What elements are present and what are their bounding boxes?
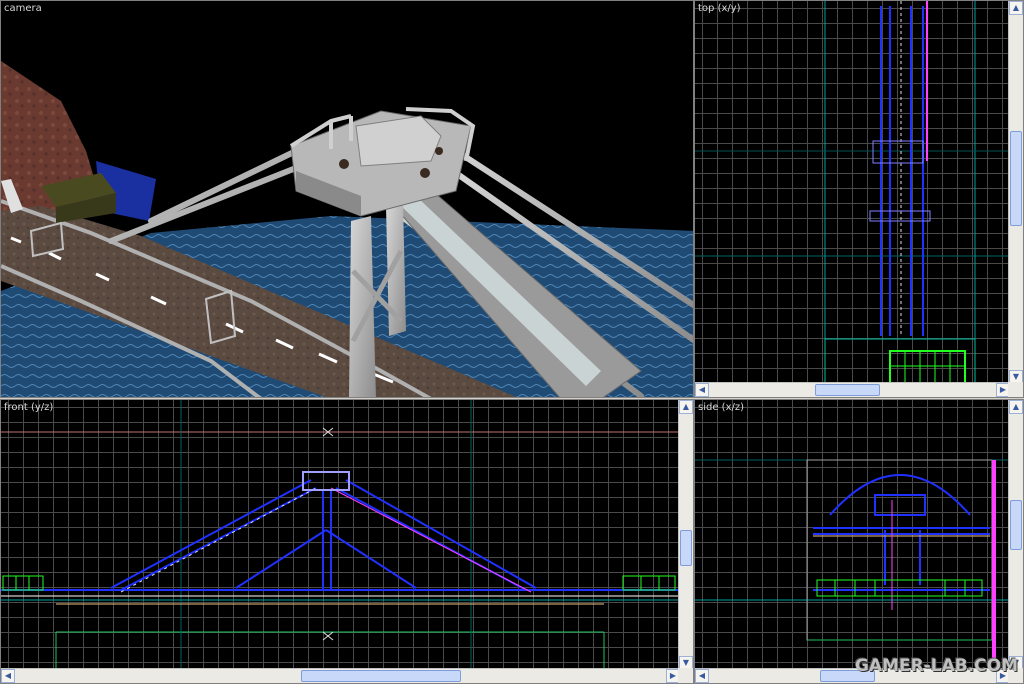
scroll-corner — [678, 668, 693, 683]
left-arrow-icon[interactable]: ◀ — [695, 669, 709, 683]
scroll-thumb[interactable] — [815, 384, 880, 396]
top-viewport[interactable]: top (x/y) ▲ ▼ ◀ ▶ — [694, 0, 1024, 398]
left-arrow-icon[interactable]: ◀ — [695, 383, 709, 397]
front-viewport-vertical-scrollbar[interactable]: ▲ ▼ — [678, 400, 693, 670]
camera-viewport-label: camera — [4, 3, 42, 14]
up-arrow-icon[interactable]: ▲ — [1009, 400, 1023, 414]
side-view-grid — [695, 400, 1009, 669]
camera-viewport[interactable]: camera — [0, 0, 694, 398]
left-arrow-icon[interactable]: ◀ — [1, 669, 15, 683]
top-viewport-label: top (x/y) — [698, 3, 741, 14]
site-watermark: GAMER-LAB.COM — [854, 656, 1018, 676]
camera-3d-scene — [1, 61, 693, 397]
front-viewport-label: front (y/z) — [4, 402, 54, 413]
scroll-thumb[interactable] — [1010, 131, 1022, 226]
up-arrow-icon[interactable]: ▲ — [1009, 1, 1023, 15]
scroll-thumb[interactable] — [301, 670, 461, 682]
side-viewport-vertical-scrollbar[interactable]: ▲ ▼ — [1008, 400, 1023, 670]
scroll-thumb[interactable] — [680, 530, 692, 566]
top-view-grid — [695, 1, 1009, 383]
side-viewport-label: side (x/z) — [698, 402, 745, 413]
top-viewport-vertical-scrollbar[interactable]: ▲ ▼ — [1008, 1, 1023, 384]
front-viewport-horizontal-scrollbar[interactable]: ◀ ▶ — [1, 668, 680, 683]
front-view-grid — [1, 400, 679, 669]
side-viewport[interactable]: side (x/z) ▲ ▼ ◀ ▶ — [694, 399, 1024, 684]
front-viewport[interactable]: front (y/z) ▲ ▼ ◀ ▶ — [0, 399, 694, 684]
top-viewport-horizontal-scrollbar[interactable]: ◀ ▶ — [695, 382, 1010, 397]
scroll-thumb[interactable] — [1010, 500, 1022, 550]
scroll-corner — [1008, 382, 1023, 397]
up-arrow-icon[interactable]: ▲ — [679, 400, 693, 414]
